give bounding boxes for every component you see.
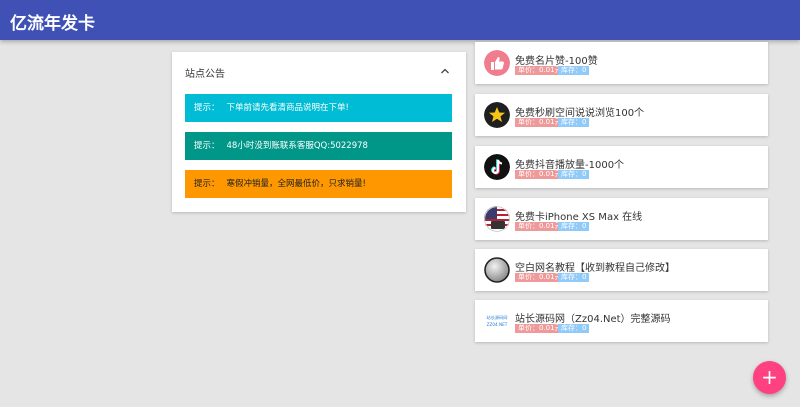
blank-circle-icon: [484, 257, 510, 283]
product-name: 站长源码网（Zz04.Net）完整源码: [515, 314, 671, 325]
product-card[interactable]: 空白网名教程【收到教程自己修改】 单价：0.01元 库存：0: [475, 249, 768, 291]
notice-tip: 提示： 寒假冲销量，全网最低价，只求销量!: [185, 170, 452, 198]
logo-text-en: ZZ04.NET: [487, 322, 508, 327]
product-card[interactable]: 免费名片赞-100赞 单价：0.01元 库存：0: [475, 42, 768, 84]
product-name: 空白网名教程【收到教程自己修改】: [515, 263, 675, 274]
thumbs-up-icon: [484, 50, 510, 76]
product-name: 免费秒刷空间说说浏览100个: [515, 108, 645, 119]
notice-title: 站点公告: [185, 69, 225, 80]
stock-badge: 库存：0: [558, 273, 590, 282]
tip-text: 寒假冲销量，全网最低价，只求销量!: [226, 179, 366, 189]
tip-prefix: 提示：: [194, 103, 220, 113]
stock-badge: 库存：0: [558, 170, 590, 179]
stock-badge: 库存：0: [558, 324, 590, 333]
product-card[interactable]: 站长源码网 ZZ04.NET 站长源码网（Zz04.Net）完整源码 单价：0.…: [475, 300, 768, 342]
product-name: 免费卡iPhone XS Max 在线: [515, 212, 643, 223]
flag-icon: [484, 206, 510, 232]
logo-text-cn: 站长源码网: [487, 314, 508, 321]
tip-text: 下单前请先看清商品说明在下单!: [226, 103, 349, 113]
star-icon: [484, 102, 510, 128]
product-name: 免费抖音播放量-1000个: [515, 160, 625, 171]
site-title[interactable]: 亿流年发卡: [10, 9, 95, 34]
stock-badge: 库存：0: [558, 222, 590, 231]
product-card[interactable]: 免费抖音播放量-1000个 单价：0.01元 库存：0: [475, 146, 768, 188]
source-logo-icon: 站长源码网 ZZ04.NET: [484, 308, 510, 334]
notice-tip: 提示： 48小时没到账联系客服QQ:5022978: [185, 132, 452, 160]
top-app-bar: 亿流年发卡: [0, 0, 800, 40]
add-button[interactable]: +: [753, 361, 786, 394]
chevron-up-icon[interactable]: [440, 66, 450, 76]
product-card[interactable]: 免费秒刷空间说说浏览100个 单价：0.01元 库存：0: [475, 94, 768, 136]
stock-badge: 库存：0: [558, 66, 590, 75]
product-name: 免费名片赞-100赞: [515, 56, 598, 67]
tip-prefix: 提示：: [194, 179, 220, 189]
product-card[interactable]: 免费卡iPhone XS Max 在线 单价：0.01元 库存：0: [475, 198, 768, 240]
tip-text: 48小时没到账联系客服QQ:5022978: [226, 141, 368, 151]
notice-panel: 站点公告 提示： 下单前请先看清商品说明在下单! 提示： 48小时没到账联系客服QQ…: [172, 52, 466, 212]
tip-prefix: 提示：: [194, 141, 220, 151]
stock-badge: 库存：0: [558, 118, 590, 127]
notice-tip: 提示： 下单前请先看清商品说明在下单!: [185, 94, 452, 122]
tiktok-icon: [484, 154, 510, 180]
